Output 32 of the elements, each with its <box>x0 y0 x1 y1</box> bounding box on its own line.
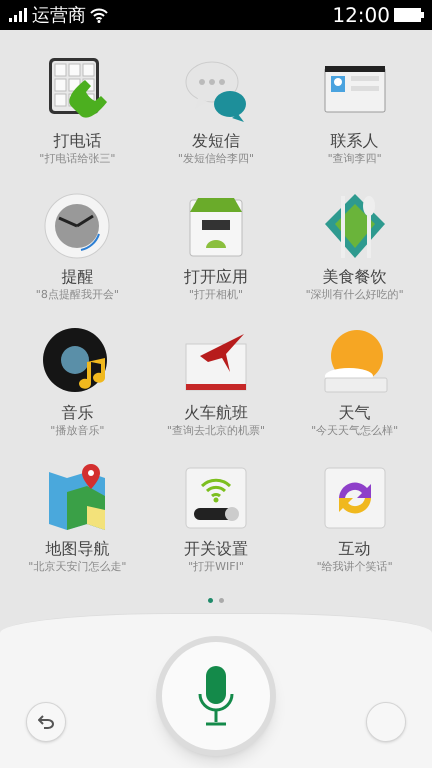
command-title: 开关设置 <box>184 540 248 558</box>
undo-icon <box>38 715 54 729</box>
carrier-name: 运营商 <box>32 4 86 28</box>
clock-time: 12:00 <box>332 2 390 29</box>
command-example: "给我讲个笑话" <box>316 560 393 574</box>
command-title: 互动 <box>338 540 371 558</box>
command-title: 提醒 <box>61 268 94 286</box>
command-title: 美食餐饮 <box>322 268 387 286</box>
command-example: "打开WIFI" <box>188 560 244 574</box>
command-title: 发短信 <box>192 132 240 150</box>
command-example: "查询李四" <box>328 152 382 166</box>
command-title: 音乐 <box>61 404 94 422</box>
battery-icon <box>394 8 424 22</box>
command-example: "发短信给李四" <box>178 152 254 166</box>
undo-button[interactable] <box>26 702 66 742</box>
command-title: 联系人 <box>330 132 379 150</box>
command-example: "打电话给张三" <box>39 152 116 166</box>
command-title: 火车航班 <box>184 404 248 422</box>
command-title: 地图导航 <box>45 540 110 558</box>
microphone-icon <box>196 664 236 728</box>
command-example: "播放音乐" <box>50 424 104 438</box>
command-title: 打电话 <box>53 132 102 150</box>
command-title: 天气 <box>338 404 371 422</box>
command-example: "8点提醒我开会" <box>36 288 119 302</box>
command-example: "北京天安门怎么走" <box>28 560 126 574</box>
command-example: "查询去北京的机票" <box>166 424 266 438</box>
wifi-icon <box>90 8 108 22</box>
command-example: "打开相机" <box>188 288 244 302</box>
command-example: "深圳有什么好吃的" <box>306 288 404 302</box>
signal-icon <box>8 8 28 22</box>
command-example: "今天天气怎么样" <box>311 424 398 438</box>
command-title: 打开应用 <box>184 268 248 286</box>
